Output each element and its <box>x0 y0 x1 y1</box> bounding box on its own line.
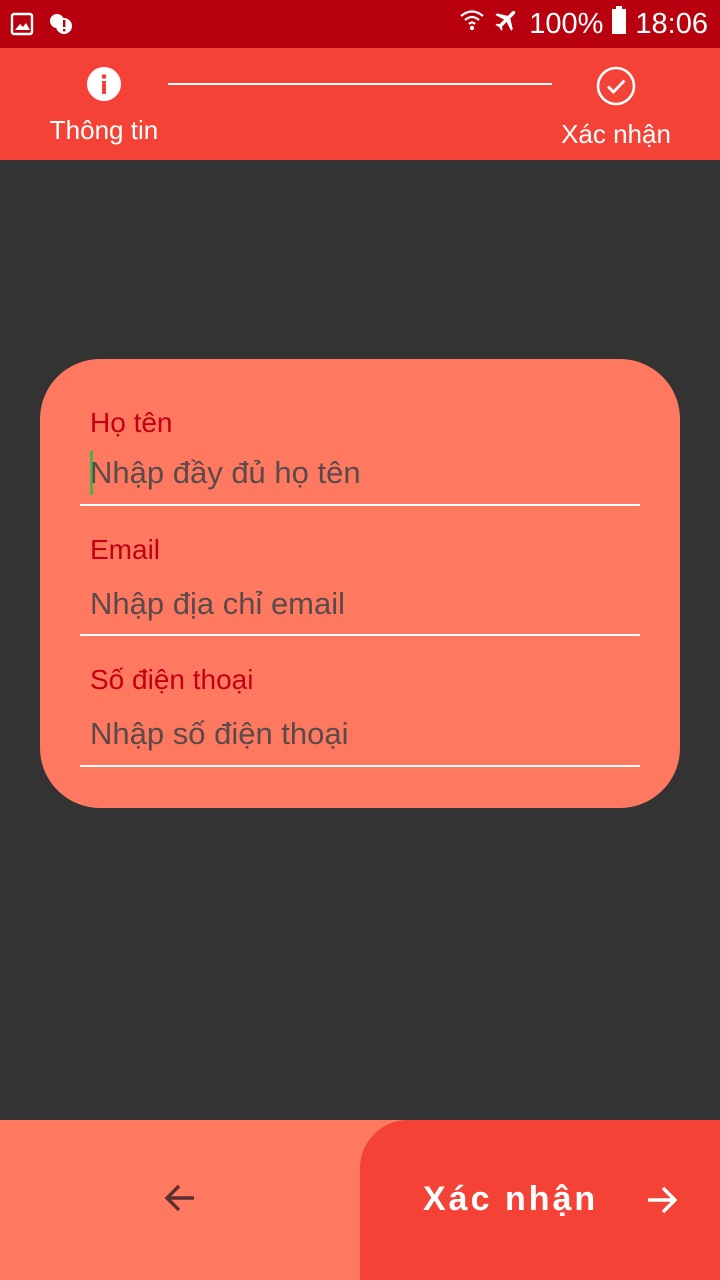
arrow-left-icon <box>162 1180 198 1221</box>
email-field[interactable]: Email <box>80 532 640 636</box>
email-label: Email <box>90 534 161 565</box>
full-name-field[interactable]: Họ tên <box>80 403 640 507</box>
alert-icon <box>48 12 74 41</box>
clock: 18:06 <box>635 7 708 40</box>
full-name-input[interactable] <box>90 453 630 493</box>
phone-input[interactable] <box>90 714 630 754</box>
email-input[interactable] <box>90 584 630 624</box>
step-confirm-label: Xác nhận <box>561 119 671 149</box>
email-underline <box>80 634 640 636</box>
step-confirm[interactable]: Xác nhận <box>552 66 680 150</box>
step-info[interactable]: Thông tin <box>40 66 168 146</box>
arrow-right-icon <box>644 1182 680 1223</box>
info-icon <box>86 66 122 107</box>
battery-icon <box>611 6 627 42</box>
confirm-button-label: Xác nhận <box>423 1180 599 1218</box>
step-info-label: Thông tin <box>49 115 159 145</box>
full-name-label: Họ tên <box>90 407 173 438</box>
full-name-underline <box>80 504 640 506</box>
status-bar: 100% 18:06 <box>0 0 720 48</box>
stepper-connector <box>168 83 552 85</box>
stepper: Thông tin Xác nhận <box>0 48 720 160</box>
airplane-icon <box>493 6 521 42</box>
image-icon <box>10 12 34 41</box>
battery-percentage: 100% <box>529 7 604 40</box>
back-button[interactable] <box>0 1120 360 1280</box>
bottom-bar: Xác nhận <box>0 1120 720 1280</box>
phone-field[interactable]: Số điện thoại <box>80 662 640 768</box>
confirm-button[interactable]: Xác nhận <box>360 1120 720 1280</box>
phone-underline <box>80 765 640 767</box>
form-card: Họ tên Email Số điện thoại <box>40 359 680 808</box>
phone-label: Số điện thoại <box>90 664 254 695</box>
check-circle-icon <box>596 66 636 111</box>
wifi-icon <box>459 7 485 41</box>
